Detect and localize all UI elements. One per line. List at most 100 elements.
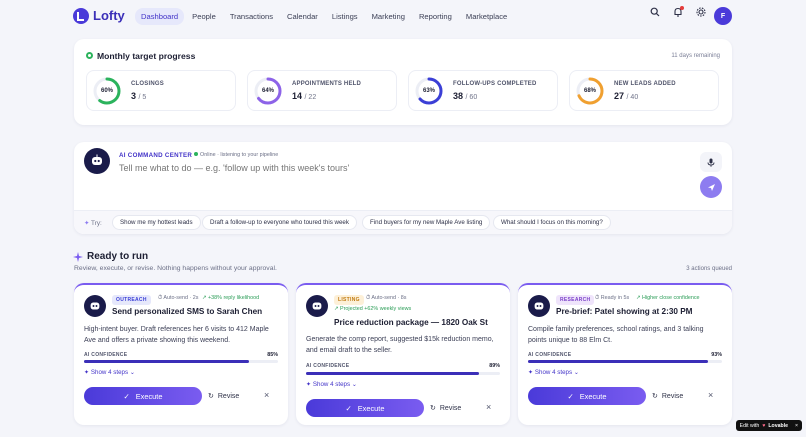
kpi-value-total: / 22 [304,94,317,101]
nav-item-marketplace[interactable]: Marketplace [460,8,513,25]
action-mode: ⏱ Ready in 5s [595,295,630,301]
kpi-percent: 60% [100,88,113,94]
microphone-icon[interactable] [700,152,722,172]
command-input[interactable] [119,163,659,173]
revise-label: Revise [217,392,240,400]
target-icon [86,52,93,59]
confidence-value: 85% [267,352,278,358]
confidence-value: 93% [711,352,722,358]
action-mode-text: Auto-send · 8s [371,295,407,301]
check-icon: ✓ [345,403,352,413]
action-description: Generate the comp report, suggested $15k… [306,336,494,354]
send-icon [707,183,715,191]
show-steps-text: Show 4 steps [534,369,573,376]
sparkle-icon: ✦ [84,220,90,227]
action-title: Price reduction package — 1820 Oak St [334,318,488,327]
check-icon: ✓ [567,391,574,401]
days-remaining: 11 days remaining [671,53,720,59]
kpi-value-total: / 60 [465,94,478,101]
revise-button[interactable]: ↻ Revise [430,401,461,415]
show-steps-link[interactable]: ✦ Show 4 steps ⌄ [306,381,357,388]
execute-label: Execute [579,391,607,401]
kpi-value-total: / 5 [138,94,147,101]
kpi-label: NEW LEADS ADDED [614,81,676,87]
heart-icon: ♥ [762,422,766,429]
confidence-label: AI CONFIDENCE [84,352,128,358]
kpi-label: CLOSINGS [131,81,164,87]
robot-avatar-icon [306,295,328,317]
action-tag: OUTREACH [112,295,151,305]
nav-item-listings[interactable]: Listings [326,8,364,25]
show-steps-link[interactable]: ✦ Show 4 steps ⌄ [528,369,579,376]
nav-item-people[interactable]: People [186,8,222,25]
close-icon[interactable]: × [795,423,798,429]
execute-button[interactable]: ✓ Execute [84,387,202,405]
nav-item-dashboard[interactable]: Dashboard [135,8,185,25]
kpi-follow-ups: 63% FOLLOW-UPS COMPLETED 38 / 60 [408,70,558,111]
action-tag: RESEARCH [556,295,595,305]
execute-button[interactable]: ✓ Execute [306,399,424,417]
check-icon: ✓ [123,391,130,401]
refresh-icon: ↻ [430,405,436,412]
revise-button[interactable]: ↻ Revise [652,389,683,403]
confidence-fill [84,360,249,363]
confidence-fill [528,360,709,363]
confidence-fill [306,372,479,375]
show-steps-text: Show 4 steps [90,369,129,376]
ready-title: Ready to run [87,251,149,262]
sparkle-icon: ✦ [528,369,534,376]
command-status-text: Online · listening to your pipeline [200,152,279,158]
action-mode: ⏱ Auto-send · 2s [158,295,199,301]
nav-item-calendar[interactable]: Calendar [281,8,324,25]
show-steps-text: Show 4 steps [312,381,351,388]
kpi-value-total: / 40 [626,94,639,101]
try-label: ✦ Try: [84,219,102,227]
kpi-value: 3 / 5 [131,91,146,101]
gear-icon[interactable] [696,7,706,17]
badge-brand: Lovable [768,422,788,429]
kpi-percent: 64% [261,88,274,94]
action-mode-text: Auto-send · 2s [163,295,199,301]
monthly-target-card: Monthly target progress 11 days remainin… [74,39,732,125]
lofty-logo-icon[interactable] [73,8,89,24]
suggestion-chip[interactable]: Show me my hottest leads [112,215,201,230]
execute-button[interactable]: ✓ Execute [528,387,646,405]
action-mode: ⏱ Auto-send · 8s [366,295,407,301]
show-steps-link[interactable]: ✦ Show 4 steps ⌄ [84,369,135,376]
edit-with-lovable-badge[interactable]: Edit with ♥ Lovable × [735,420,802,431]
revise-label: Revise [439,404,462,412]
confidence-bar [528,360,722,363]
execute-label: Execute [357,403,385,413]
suggestion-chip[interactable]: Draft a follow-up to everyone who toured… [202,215,357,230]
suggestion-chip[interactable]: Find buyers for my new Maple Ave listing [362,215,491,230]
chevron-down-icon: ⌄ [129,369,135,376]
nav-item-reporting[interactable]: Reporting [413,8,458,25]
suggestion-row: ✦ Try: Show me my hottest leads Draft a … [74,210,732,234]
nav-menu: Dashboard People Transactions Calendar L… [135,8,513,25]
action-tag: LISTING [334,295,364,305]
close-icon[interactable]: × [708,390,713,400]
action-mode-text: Ready in 5s [600,295,630,301]
confidence-bar [306,372,500,375]
sparkle-icon: ✦ [306,381,312,388]
close-icon[interactable]: × [486,402,491,412]
kpi-value: 38 / 60 [453,91,477,101]
nav-item-marketing[interactable]: Marketing [366,8,411,25]
kpi-percent: 63% [422,88,435,94]
user-avatar[interactable]: F [714,7,732,25]
bell-icon[interactable] [673,6,684,17]
kpi-value-current: 38 [453,91,464,101]
brand-name[interactable]: Lofty [93,8,125,23]
target-title: Monthly target progress [97,51,196,61]
suggestion-chip[interactable]: What should I focus on this morning? [493,215,611,230]
search-icon[interactable] [650,7,660,17]
revise-button[interactable]: ↻ Revise [208,389,239,403]
action-description: Compile family preferences, school ratin… [528,326,704,344]
kpi-value: 14 / 22 [292,91,316,101]
send-button[interactable] [700,176,722,198]
close-icon[interactable]: × [264,390,269,400]
kpi-appointments: 64% APPOINTMENTS HELD 14 / 22 [247,70,397,111]
nav-item-transactions[interactable]: Transactions [224,8,279,25]
confidence-value: 89% [489,363,500,369]
action-lift-text: Projected +62% weekly views [340,306,412,312]
